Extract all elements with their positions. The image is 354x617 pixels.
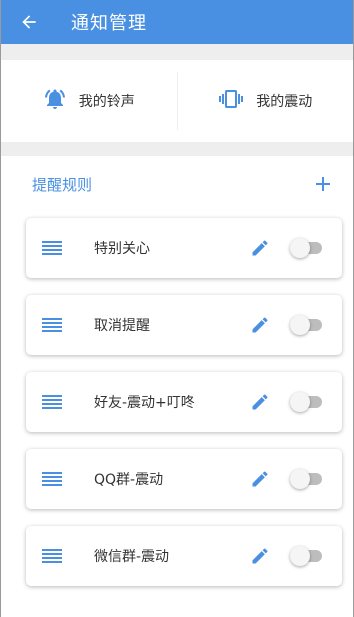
pencil-icon[interactable]	[250, 468, 272, 490]
rules-header: 提醒规则	[1, 168, 353, 200]
rule-card[interactable]: 特别关心	[26, 218, 342, 278]
rule-label: 好友-震动+叮咚	[94, 395, 195, 411]
vibrate-icon	[218, 87, 244, 115]
rule-card[interactable]: 取消提醒	[26, 295, 342, 355]
rule-toggle[interactable]	[290, 469, 324, 489]
pencil-icon[interactable]	[250, 545, 272, 567]
toggle-knob	[290, 315, 310, 335]
bell-ring-icon	[43, 87, 67, 115]
rule-toggle[interactable]	[290, 238, 324, 258]
drag-handle-icon[interactable]	[42, 549, 62, 563]
rule-toggle[interactable]	[290, 392, 324, 412]
toggle-knob	[290, 392, 310, 412]
plus-icon[interactable]	[313, 174, 333, 194]
rule-label: 特别关心	[94, 241, 150, 257]
my-ringtone-label: 我的铃声	[78, 94, 135, 110]
tone-shortcuts: 我的铃声 我的震动	[1, 60, 353, 142]
my-ringtone-button[interactable]: 我的铃声	[1, 60, 177, 142]
toggle-knob	[290, 546, 310, 566]
rule-toggle[interactable]	[290, 315, 324, 335]
rule-label: 取消提醒	[94, 318, 150, 334]
drag-handle-icon[interactable]	[42, 241, 62, 255]
pencil-icon[interactable]	[250, 237, 272, 259]
rule-label: 微信群-震动	[94, 549, 170, 565]
page-title: 通知管理	[71, 13, 147, 34]
toggle-knob	[290, 469, 310, 489]
pencil-icon[interactable]	[250, 391, 272, 413]
rule-card[interactable]: QQ群-震动	[26, 449, 342, 509]
my-vibration-label: 我的震动	[256, 94, 313, 110]
app-bar: 通知管理	[1, 0, 353, 44]
drag-handle-icon[interactable]	[42, 395, 62, 409]
section-divider	[1, 44, 353, 60]
back-arrow-icon[interactable]	[19, 11, 41, 33]
section-divider	[1, 142, 353, 156]
drag-handle-icon[interactable]	[42, 318, 62, 332]
my-vibration-button[interactable]: 我的震动	[178, 60, 354, 142]
rule-label: QQ群-震动	[94, 472, 164, 488]
drag-handle-icon[interactable]	[42, 472, 62, 486]
toggle-knob	[290, 238, 310, 258]
rules-title: 提醒规则	[32, 175, 93, 194]
rule-toggle[interactable]	[290, 546, 324, 566]
rule-card[interactable]: 好友-震动+叮咚	[26, 372, 342, 432]
rule-card[interactable]: 微信群-震动	[26, 526, 342, 586]
pencil-icon[interactable]	[250, 314, 272, 336]
